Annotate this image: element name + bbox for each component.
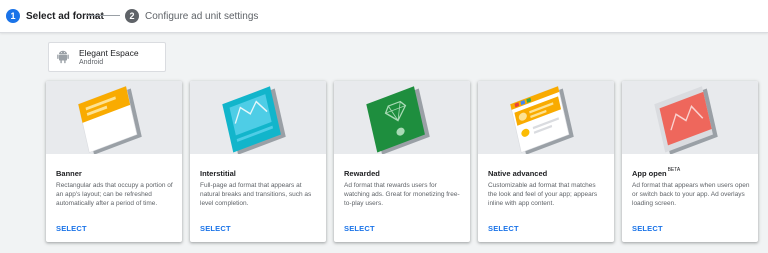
app-open-illustration: [622, 81, 758, 154]
step-label: Configure ad unit settings: [145, 10, 259, 22]
app-platform: Android: [79, 59, 104, 66]
card-title: Rewarded: [344, 169, 380, 178]
ad-format-card-interstitial[interactable]: Interstitial Full-page ad format that ap…: [190, 81, 326, 242]
ad-format-card-banner[interactable]: Banner Rectangular ads that occupy a por…: [46, 81, 182, 242]
rewarded-illustration: [334, 81, 470, 154]
ad-format-card-native-advanced[interactable]: Native advanced Customizable ad format t…: [478, 81, 614, 242]
android-icon: [57, 50, 69, 64]
ad-format-card-rewarded[interactable]: Rewarded Ad format that rewards users fo…: [334, 81, 470, 242]
step-number: 1: [6, 9, 20, 23]
banner-illustration: [46, 81, 182, 154]
card-description: Full-page ad format that appears at natu…: [200, 182, 312, 207]
select-button[interactable]: SELECT: [56, 224, 87, 233]
stepper: 1 Select ad format 2 Configure ad unit s…: [0, 0, 768, 33]
native-advanced-illustration: [478, 81, 614, 154]
select-button[interactable]: SELECT: [344, 224, 375, 233]
select-button[interactable]: SELECT: [200, 224, 231, 233]
step-select-ad-format[interactable]: 1 Select ad format: [6, 8, 104, 24]
ad-format-card-app-open[interactable]: App openBETA Ad format that appears when…: [622, 81, 758, 242]
interstitial-illustration: [190, 81, 326, 154]
select-button[interactable]: SELECT: [488, 224, 519, 233]
app-name: Elegant Espace: [79, 48, 139, 58]
card-title: Banner: [56, 169, 82, 178]
card-title: Interstitial: [200, 169, 236, 178]
card-title: App openBETA: [632, 167, 681, 178]
card-description: Ad format that rewards users for watchin…: [344, 182, 460, 207]
step-connector: [86, 15, 120, 16]
step-configure-ad-unit[interactable]: 2 Configure ad unit settings: [125, 8, 258, 24]
beta-badge: BETA: [667, 167, 681, 173]
step-number: 2: [125, 9, 139, 23]
card-description: Ad format that appears when users open o…: [632, 182, 750, 207]
card-description: Customizable ad format that matches the …: [488, 182, 598, 207]
step-label: Select ad format: [26, 10, 104, 22]
card-title-text: App open: [632, 169, 667, 178]
select-button[interactable]: SELECT: [632, 224, 663, 233]
app-chip: Elegant Espace Android: [48, 42, 166, 72]
card-description: Rectangular ads that occupy a portion of…: [56, 182, 173, 207]
card-title: Native advanced: [488, 169, 548, 178]
